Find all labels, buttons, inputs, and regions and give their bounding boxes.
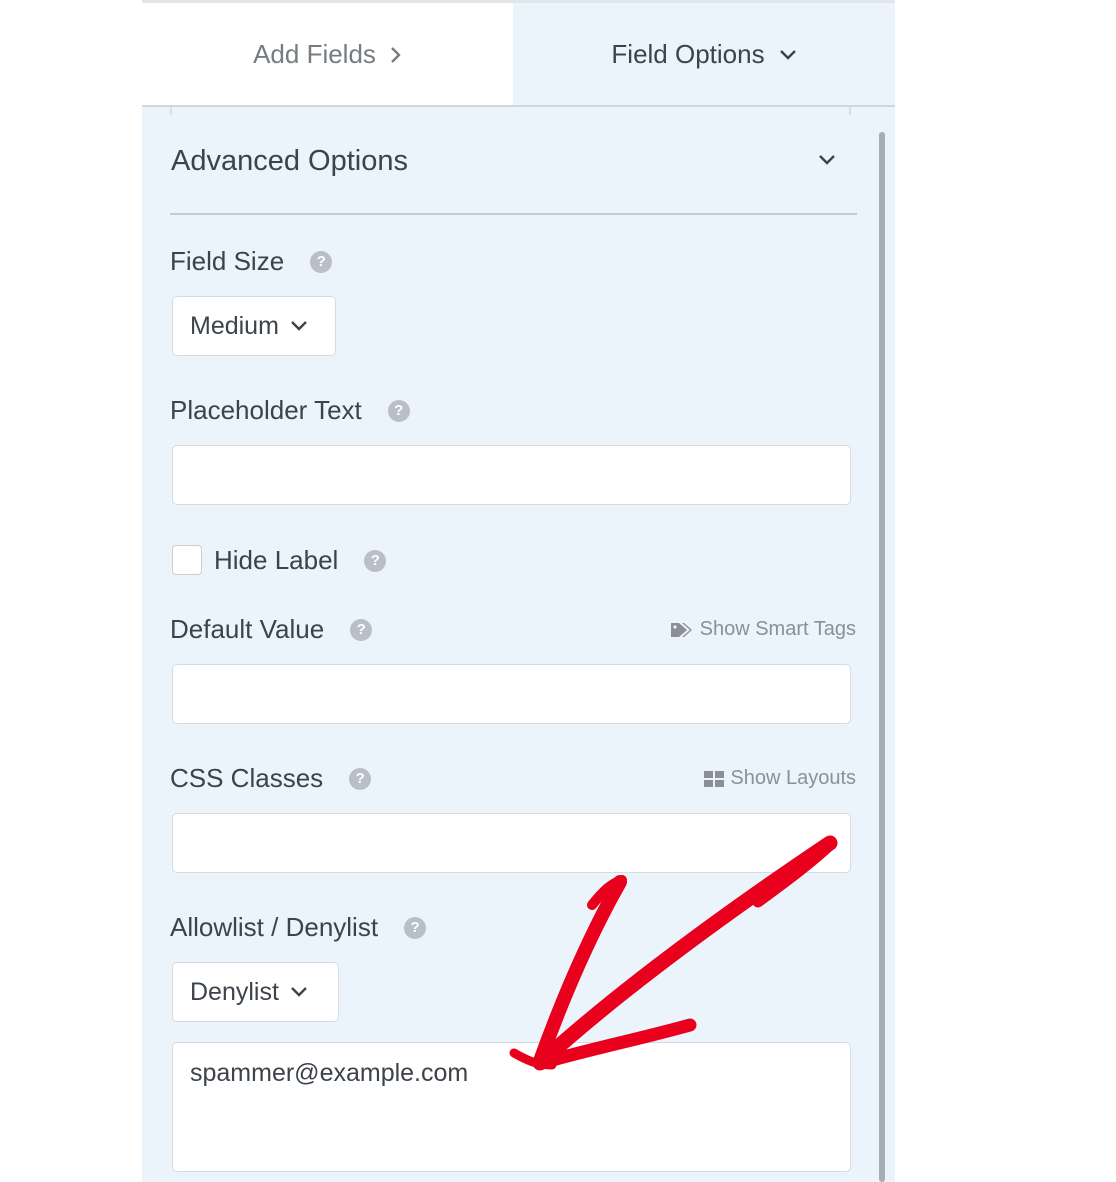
- top-edge-mark-left: [170, 107, 172, 115]
- help-icon[interactable]: ?: [404, 916, 427, 939]
- help-icon[interactable]: ?: [349, 767, 372, 790]
- field-size-select[interactable]: Medium: [172, 296, 336, 356]
- hide-label-checkbox[interactable]: [172, 545, 202, 575]
- help-icon[interactable]: ?: [387, 399, 410, 422]
- section-collapse-chevron-icon[interactable]: [816, 150, 838, 170]
- grid-icon: [704, 770, 725, 787]
- top-edge-mark-right: [849, 107, 851, 115]
- allowlist-denylist-label: Allowlist / Denylist ?: [170, 912, 427, 943]
- tag-icon: [670, 622, 692, 637]
- placeholder-text-label-text: Placeholder Text: [170, 395, 362, 425]
- chevron-right-icon: [391, 46, 401, 63]
- allowlist-denylist-select[interactable]: Denylist: [172, 962, 339, 1022]
- help-icon[interactable]: ?: [310, 250, 333, 273]
- default-value-input[interactable]: [172, 664, 851, 724]
- tab-add-fields[interactable]: Add Fields: [142, 3, 513, 106]
- hide-label-text[interactable]: Hide Label: [214, 545, 338, 576]
- chevron-down-icon: [291, 987, 307, 997]
- show-smart-tags-link[interactable]: Show Smart Tags: [670, 618, 856, 641]
- field-size-label: Field Size ?: [170, 246, 333, 277]
- tab-divider: [142, 105, 895, 107]
- annotation-arrow: [509, 835, 838, 1071]
- chevron-down-icon: [291, 321, 307, 331]
- tab-add-fields-label: Add Fields: [253, 39, 376, 69]
- placeholder-text-label: Placeholder Text ?: [170, 395, 410, 426]
- allowlist-denylist-value: Denylist: [190, 977, 279, 1006]
- help-icon[interactable]: ?: [364, 549, 387, 572]
- tab-field-options[interactable]: Field Options: [513, 3, 895, 106]
- css-classes-label: CSS Classes ?: [170, 763, 372, 794]
- field-size-value: Medium: [190, 311, 279, 340]
- scrollbar[interactable]: [879, 132, 885, 1182]
- show-layouts-link[interactable]: Show Layouts: [704, 767, 856, 790]
- default-value-label: Default Value ?: [170, 614, 373, 645]
- help-icon[interactable]: ?: [350, 618, 373, 641]
- chevron-down-icon: [779, 49, 796, 60]
- default-value-label-text: Default Value: [170, 614, 325, 644]
- section-title[interactable]: Advanced Options: [171, 145, 408, 178]
- section-divider: [170, 213, 857, 215]
- tab-field-options-label: Field Options: [611, 39, 765, 69]
- field-size-label-text: Field Size: [170, 246, 285, 276]
- show-smart-tags-label: Show Smart Tags: [699, 618, 856, 640]
- css-classes-label-text: CSS Classes: [170, 763, 324, 793]
- placeholder-text-input[interactable]: [172, 445, 851, 505]
- hide-label-label: Hide Label ?: [214, 545, 387, 576]
- show-layouts-label: Show Layouts: [730, 767, 856, 789]
- allowlist-denylist-label-text: Allowlist / Denylist: [170, 912, 379, 942]
